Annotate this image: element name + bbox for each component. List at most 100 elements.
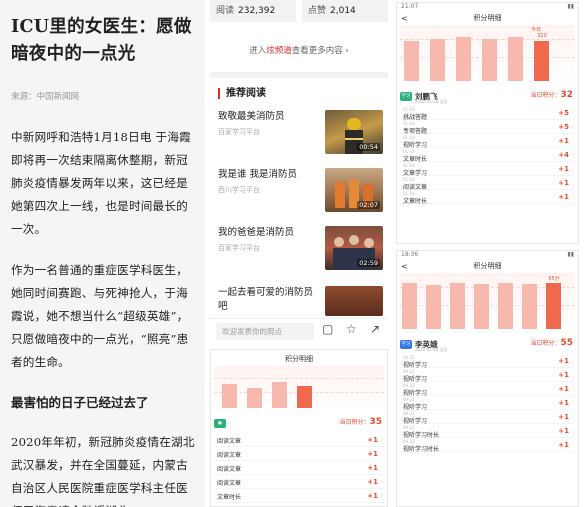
entry-points: +4: [558, 151, 569, 159]
recommend-item[interactable]: 我的爸爸是消防员 百家学习平台 02:59: [218, 226, 383, 276]
recommend-item[interactable]: 一起去看可爱的消防员吧: [218, 286, 383, 316]
chart-bar: [482, 39, 497, 81]
points-entry: 01-18 视听学习 +1 ›: [400, 134, 575, 149]
chart-bar: [426, 285, 441, 329]
day-total-value: 55: [560, 338, 573, 348]
more-suffix: 查看更多内容 ›: [291, 46, 349, 56]
screen-title: 积分明细: [473, 262, 502, 270]
article-panel: ICU里的女医生：愿做暗夜中的一点光 来源：中国新闻网 中新网呼和浩特1月18日…: [0, 0, 205, 507]
back-icon[interactable]: <: [401, 12, 408, 25]
chart-bar: [222, 384, 237, 408]
reading-panel: 阅读232,392 点赞2,014 👍︎ 进入炫频道查看更多内容 › 推荐阅读 …: [210, 0, 388, 344]
article-source: 来源：中国新闻网: [11, 92, 80, 102]
points-entry: 文章时长 +1 ›: [214, 489, 384, 503]
comment-icon[interactable]: ▢: [322, 322, 333, 336]
recommend-item[interactable]: 我是谁 我是消防员 西川学习平台 02:07: [218, 168, 383, 218]
chart-bar: [272, 382, 287, 408]
points-entry: 01-18 阅读文章 +1 ›: [400, 176, 575, 191]
chart-bar: [247, 388, 262, 408]
chevron-right-icon: ›: [572, 124, 574, 130]
bar-label: 320: [537, 33, 547, 39]
like-count[interactable]: 点赞2,014 👍︎: [302, 0, 388, 22]
points-chart: [214, 366, 384, 414]
entry-points: +1: [367, 464, 378, 472]
star-icon[interactable]: ☆: [346, 322, 357, 336]
points-entry: 09-22 视听学习 +1 ›: [400, 354, 575, 369]
user-date: 2022-01-18 当日: [415, 99, 448, 104]
comment-bar: 欢迎发表你的观点 ▢ ☆ ↗: [210, 318, 388, 344]
user-date: 2022-01-18 当日: [415, 347, 448, 352]
chevron-right-icon: ›: [572, 400, 574, 406]
bar-label: 55分: [548, 276, 560, 282]
points-entry: 阅读文章 +1 ›: [214, 461, 384, 475]
user-badge: 学习: [400, 340, 412, 349]
screen-title: 积分明细: [473, 14, 502, 22]
entry-name: 视听学习时长: [403, 446, 440, 453]
chart-bar: [508, 37, 523, 81]
video-thumbnail[interactable]: 02:59: [325, 226, 383, 270]
points-entry: 01-18 文章学习 +1 ›: [400, 162, 575, 177]
points-entry: 阅读文章 +1 ›: [214, 433, 384, 447]
user-row: 学习 刘鹏飞 2022-01-18 当日 当日积分：32: [400, 90, 575, 104]
video-thumbnail[interactable]: 00:54: [325, 110, 383, 154]
entry-points: +1: [558, 427, 569, 435]
comment-input[interactable]: 欢迎发表你的观点: [216, 323, 314, 340]
article-subheading: 最害怕的日子已经过去了: [11, 395, 149, 410]
recommend-item-title: 我的爸爸是消防员: [218, 227, 295, 238]
screen-header: 积分明细: [211, 353, 387, 366]
points-screen-2: 18:36 ▮▮ < 积分明细 55分 学习 李英娥 2022-01-18 当日 当…: [396, 250, 579, 507]
chart-bar: 55分: [546, 276, 561, 329]
more-prefix: 进入: [249, 46, 267, 56]
recommend-title: 推荐阅读: [218, 88, 266, 99]
user-row: 学习 李英娥 2022-01-18 当日 当日积分：55: [400, 338, 575, 352]
chevron-right-icon: ›: [381, 465, 383, 471]
chart-bar: [498, 283, 513, 329]
entry-points: +1: [367, 436, 378, 444]
chevron-right-icon: ›: [572, 414, 574, 420]
more-channel[interactable]: 炫频道: [266, 46, 292, 56]
video-thumbnail[interactable]: [325, 286, 383, 316]
chevron-right-icon: ›: [572, 442, 574, 448]
status-bar: 18:36 ▮▮: [397, 251, 578, 260]
points-list: 09-22 视听学习 +1 › 09-22 视听学习 +1 › 09-22 视听学习 +1 › 09-2…: [397, 354, 578, 453]
chart-bar: [450, 283, 465, 329]
points-entry: 01-18 专项答题 +5 ›: [400, 120, 575, 135]
screen-header: < 积分明细: [397, 12, 578, 25]
read-count: 阅读 232,392: [210, 0, 296, 22]
chevron-right-icon: ›: [572, 138, 574, 144]
recommend-item-title: 一起去看可爱的消防员吧: [218, 287, 314, 312]
chart-bar: [474, 284, 489, 329]
chart-bar: [402, 283, 417, 329]
points-entry: 09-22 视听学习 +1 ›: [400, 368, 575, 383]
entry-points: +1: [367, 478, 378, 486]
entry-points: +5: [558, 109, 569, 117]
day-total-label: 当日积分：: [530, 92, 561, 99]
chevron-right-icon: ›: [572, 428, 574, 434]
chevron-right-icon: ›: [572, 110, 574, 116]
entry-points: +1: [558, 399, 569, 407]
points-screen-1: 21:07 ▮▮ < 积分明细 今日 320 学习 刘鹏飞 2022-01-18 当…: [396, 2, 579, 244]
recommend-item[interactable]: 致敬最美消防员 百家学习平台 00:54: [218, 110, 383, 160]
day-total-label: 当日积分：: [339, 419, 370, 426]
video-duration: 00:54: [357, 143, 380, 151]
signal-icon: ▮▮: [567, 3, 574, 10]
today-label: 今日: [531, 27, 542, 33]
signal-icon: ▮▮: [567, 251, 574, 258]
video-thumbnail[interactable]: 02:07: [325, 168, 383, 212]
entry-points: +1: [558, 441, 569, 449]
share-icon[interactable]: ↗: [370, 322, 380, 336]
back-icon[interactable]: <: [401, 260, 408, 273]
day-total: 当日积分：32: [530, 90, 573, 100]
entry-points: +1: [558, 357, 569, 365]
more-content-link[interactable]: 进入炫频道查看更多内容 ›: [210, 44, 388, 56]
chart-bar: 320: [534, 33, 549, 81]
chevron-right-icon: ›: [572, 152, 574, 158]
chevron-right-icon: ›: [381, 493, 383, 499]
points-entry: 阅读文章 +1 ›: [214, 475, 384, 489]
read-value: 232,392: [238, 6, 276, 16]
status-bar: 21:07 ▮▮: [397, 3, 578, 12]
day-total-value: 32: [560, 90, 573, 100]
entry-points: +1: [558, 179, 569, 187]
day-total-value: 35: [369, 417, 382, 427]
article-paragraph: 中新网呼和浩特1月18日电 于海霞即将再一次结束隔离休整期，新冠肺炎疫情暴发两年…: [11, 130, 191, 236]
